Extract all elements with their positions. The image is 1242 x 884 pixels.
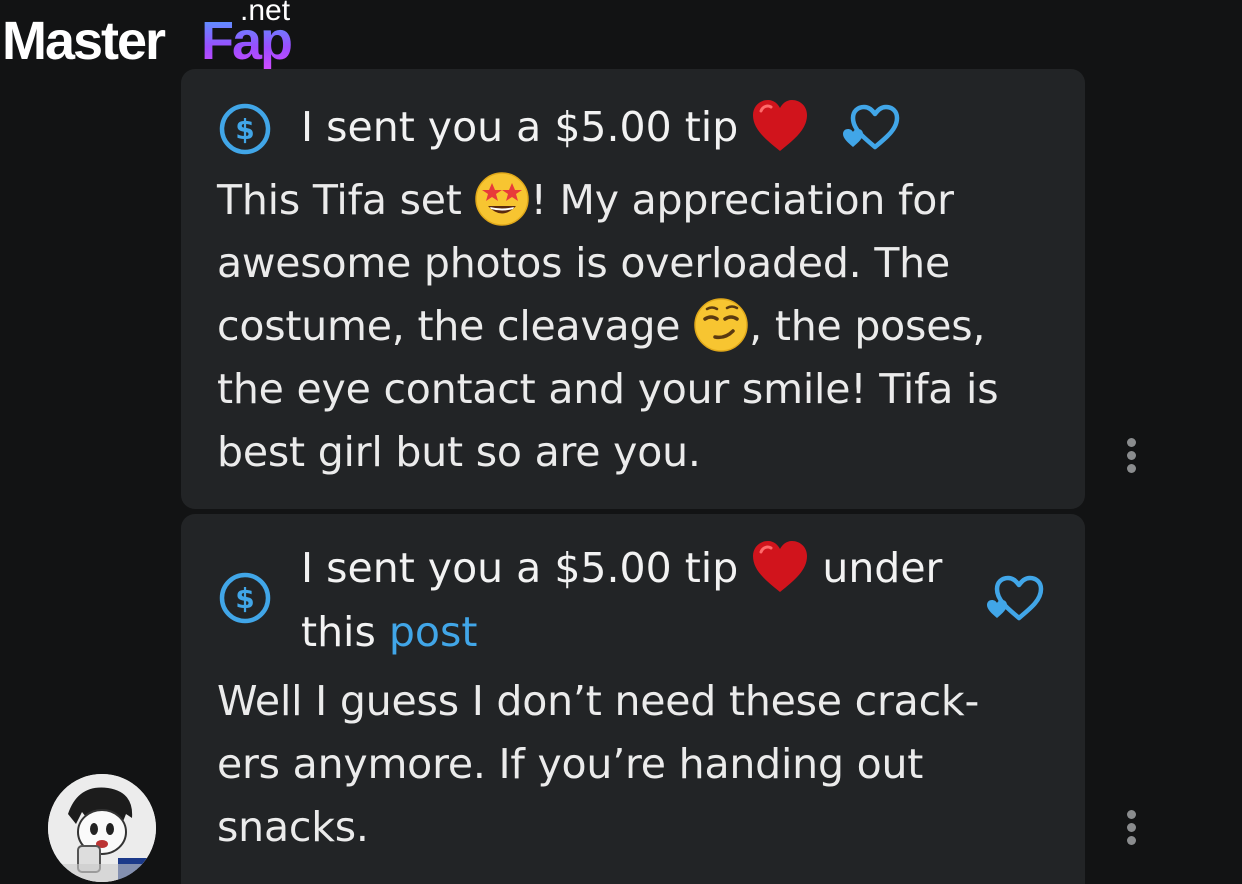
smirk-emoji [694, 298, 748, 352]
message-bubble[interactable]: $ I sent you a $5.00 tip under this post… [181, 514, 1085, 884]
star-struck-emoji [475, 172, 530, 226]
chat-screen: Master Fap .net $ I sent you a $5.00 tip… [0, 0, 1242, 884]
watermark-master: Master [2, 11, 166, 71]
tip-title-suffix: under [822, 544, 943, 592]
post-link[interactable]: post [389, 608, 478, 656]
tip-title-line2-text: this [301, 608, 376, 656]
message-bubble[interactable]: $ I sent you a $5.00 tip This Tifa set !… [181, 69, 1085, 509]
more-vertical-icon[interactable] [1125, 810, 1137, 846]
heart-outline-icon[interactable] [841, 103, 903, 153]
heart-outline-icon[interactable] [985, 574, 1047, 624]
tip-title-text: I sent you a $5.00 tip [301, 544, 739, 592]
tip-title-line2: this post [301, 600, 477, 664]
red-heart-icon [753, 541, 808, 592]
message-text: Well I guess I don’t need these crack-er… [217, 677, 980, 851]
watermark-tld: .net [240, 0, 291, 27]
red-heart-icon [753, 100, 808, 151]
tip-title: I sent you a $5.00 tip under [301, 536, 942, 600]
svg-text:$: $ [235, 113, 254, 146]
message-text: This Tifa set ! My appreciation for awes… [217, 169, 1057, 484]
tip-title-text: I sent you a $5.00 tip [301, 103, 739, 151]
avatar-image [48, 774, 156, 882]
dollar-circle-icon: $ [219, 103, 271, 155]
avatar[interactable] [48, 774, 156, 882]
tip-title: I sent you a $5.00 tip [301, 95, 809, 159]
more-vertical-icon[interactable] [1125, 438, 1137, 474]
svg-text:$: $ [235, 582, 254, 615]
dollar-circle-icon: $ [219, 572, 271, 624]
message-text-part: This Tifa set [217, 176, 475, 224]
